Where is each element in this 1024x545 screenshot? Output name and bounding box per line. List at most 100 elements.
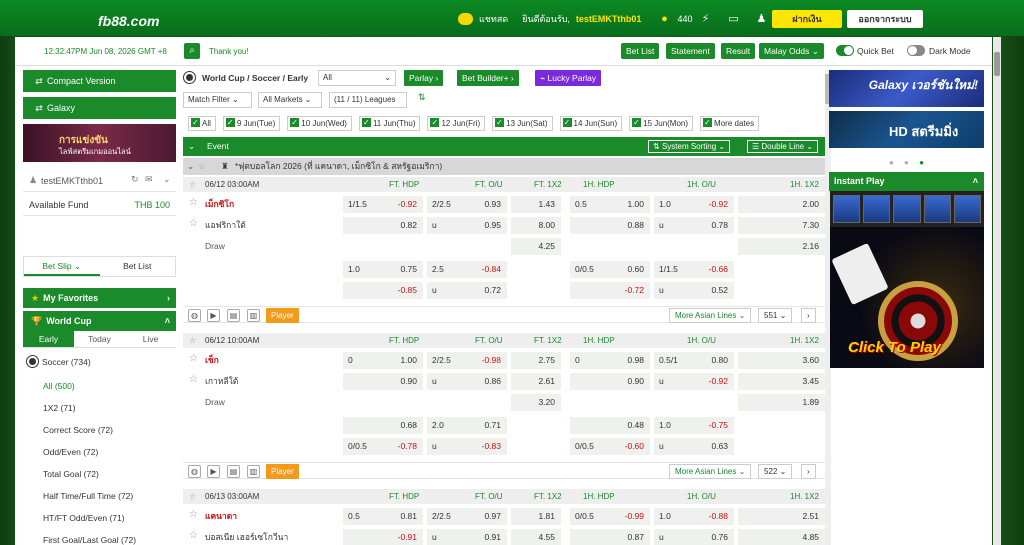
all-markets-select[interactable]: All Markets ⌄: [258, 92, 322, 108]
odds-cell[interactable]: 0.90: [343, 373, 423, 390]
cashout-icon[interactable]: ◍: [188, 309, 201, 322]
collapse-icon[interactable]: ⌄: [188, 137, 195, 156]
odds-cell[interactable]: 1.0 -0.75: [654, 417, 734, 434]
odds-cell[interactable]: 3.45: [738, 373, 825, 390]
logout-button[interactable]: ออกจากระบบ: [847, 10, 923, 28]
game-thumbnail[interactable]: [863, 195, 891, 223]
odds-cell[interactable]: 0/0.5 -0.60: [570, 438, 650, 455]
odds-cell[interactable]: u -0.83: [427, 438, 507, 455]
odds-cell[interactable]: 0.68: [343, 417, 423, 434]
tab-bet-slip[interactable]: Bet Slip ⌄: [24, 257, 100, 276]
stats-icon[interactable]: ▥: [247, 465, 260, 478]
odds-cell[interactable]: 1.89: [738, 394, 825, 411]
promo-banner[interactable]: การแข่งขัน ไลฟ์สตรีมเกมออนไลน์: [23, 124, 176, 162]
odds-cell[interactable]: 1/1.5 -0.92: [343, 196, 423, 213]
game-thumbnail[interactable]: [923, 195, 951, 223]
date-filter-checkbox[interactable]: 9 Jun(Tue): [222, 116, 281, 131]
market-item[interactable]: Correct Score (72): [43, 420, 176, 440]
odds-cell[interactable]: 0/0.5 -0.78: [343, 438, 423, 455]
game-thumbnail[interactable]: [833, 195, 861, 223]
star-icon[interactable]: ☆: [189, 530, 198, 541]
odds-cell[interactable]: 0 1.00: [343, 352, 423, 369]
cashout-icon[interactable]: ◍: [188, 465, 201, 478]
star-icon[interactable]: ☆: [189, 197, 198, 208]
market-count-select[interactable]: 551 ⌄: [758, 308, 793, 323]
star-icon[interactable]: ☆: [189, 177, 196, 192]
market-item[interactable]: Odd/Even (72): [43, 442, 176, 462]
odds-cell[interactable]: 2.16: [738, 238, 825, 255]
chat-label[interactable]: แชทสด: [479, 12, 508, 26]
galaxy-button[interactable]: ⇄ Galaxy: [23, 97, 176, 119]
expand-match-button[interactable]: ›: [801, 308, 816, 323]
galaxy-banner[interactable]: Galaxy เวอร์ชันใหม่!: [829, 70, 984, 107]
my-favorites-button[interactable]: ★ My Favorites ›: [23, 288, 176, 308]
odds-cell[interactable]: u 0.72: [427, 282, 507, 299]
odds-cell[interactable]: 2.0 0.71: [427, 417, 507, 434]
tab-live[interactable]: Live: [125, 330, 176, 347]
player-button[interactable]: Player: [266, 464, 299, 479]
compact-version-button[interactable]: ⇄ Compact Version: [23, 70, 176, 92]
search-icon[interactable]: ⌕: [184, 43, 200, 59]
match-filter-select[interactable]: Match Filter ⌄: [183, 92, 252, 108]
odds-cell[interactable]: 2.00: [738, 196, 825, 213]
odds-cell[interactable]: u 0.86: [427, 373, 507, 390]
home-team[interactable]: เม็กซิโก: [205, 196, 234, 213]
leagues-select[interactable]: (11 / 11) Leagues: [329, 92, 407, 108]
odds-cell[interactable]: 1.0 -0.88: [654, 508, 734, 525]
star-icon[interactable]: ☆: [189, 333, 196, 348]
odds-cell[interactable]: 0/0.5 -0.99: [570, 508, 650, 525]
odds-cell[interactable]: 0/0.5 0.60: [570, 261, 650, 278]
sort-icon[interactable]: ⇅: [418, 92, 426, 103]
market-item[interactable]: Half Time/Full Time (72): [43, 486, 176, 506]
odds-cell[interactable]: u 0.91: [427, 529, 507, 545]
casino-banner[interactable]: Click To Play: [830, 227, 984, 368]
star-icon[interactable]: ☆: [189, 374, 198, 385]
market-item[interactable]: HT/FT Odd/Even (71): [43, 508, 176, 528]
game-thumbnail[interactable]: [893, 195, 921, 223]
odds-cell[interactable]: 4.85: [738, 529, 825, 545]
odds-cell[interactable]: 0.48: [570, 417, 650, 434]
expand-match-button[interactable]: ›: [801, 464, 816, 479]
collapse-icon[interactable]: ⌄: [187, 158, 194, 175]
date-filter-checkbox[interactable]: 11 Jun(Thu): [358, 116, 421, 131]
odds-cell[interactable]: 0.90: [570, 373, 650, 390]
date-filter-checkbox[interactable]: All: [188, 116, 216, 131]
market-item[interactable]: All (500): [43, 376, 176, 396]
play-icon[interactable]: ▶: [207, 465, 220, 478]
refresh-icon[interactable]: ↻: [131, 174, 139, 185]
odds-cell[interactable]: 3.20: [511, 394, 561, 411]
market-item[interactable]: First Goal/Last Goal (72): [43, 530, 176, 545]
star-icon[interactable]: ☆: [189, 489, 196, 504]
quick-bet-toggle[interactable]: [836, 45, 854, 56]
date-filter-checkbox[interactable]: 15 Jun(Mon): [629, 116, 694, 131]
game-thumbnail[interactable]: [953, 195, 982, 223]
odds-cell[interactable]: -0.72: [570, 282, 650, 299]
star-icon[interactable]: ☆: [189, 218, 198, 229]
play-icon[interactable]: ▶: [207, 309, 220, 322]
odds-cell[interactable]: 3.60: [738, 352, 825, 369]
odds-cell[interactable]: 0.5/1 0.80: [654, 352, 734, 369]
odds-cell[interactable]: 2/2.5 -0.98: [427, 352, 507, 369]
odds-cell[interactable]: u 0.78: [654, 217, 734, 234]
sport-soccer[interactable]: Soccer (734): [23, 352, 176, 372]
odds-cell[interactable]: -0.91: [343, 529, 423, 545]
chevron-up-icon[interactable]: ˄: [973, 172, 978, 191]
odds-cell[interactable]: 7.30: [738, 217, 825, 234]
odds-cell[interactable]: 2/2.5 0.97: [427, 508, 507, 525]
more-asian-lines-select[interactable]: More Asian Lines ⌄: [669, 464, 752, 479]
scoreboard-icon[interactable]: ▤: [227, 465, 240, 478]
odds-cell[interactable]: u 0.52: [654, 282, 734, 299]
odds-cell[interactable]: 1.0 0.75: [343, 261, 423, 278]
score-icon[interactable]: ▭: [726, 13, 740, 25]
league-header[interactable]: ⌄ ☆ ♜ *ฟุตบอลโลก 2026 (ที่ แคนาดา, เม็กซ…: [183, 158, 825, 175]
tab-bet-list[interactable]: Bet List: [100, 257, 176, 276]
carousel-dots[interactable]: ● ● ●: [889, 158, 928, 167]
odds-cell[interactable]: 1/1.5 -0.66: [654, 261, 734, 278]
odds-cell[interactable]: 2.75: [511, 352, 561, 369]
mail-icon[interactable]: ✉: [145, 174, 153, 185]
odds-cell[interactable]: 0.87: [570, 529, 650, 545]
odds-cell[interactable]: u -0.92: [654, 373, 734, 390]
system-sorting-select[interactable]: ⇅ System Sorting ⌄: [648, 140, 731, 153]
away-team[interactable]: เกาหลีใต้: [205, 373, 238, 390]
star-icon[interactable]: ☆: [189, 509, 198, 520]
